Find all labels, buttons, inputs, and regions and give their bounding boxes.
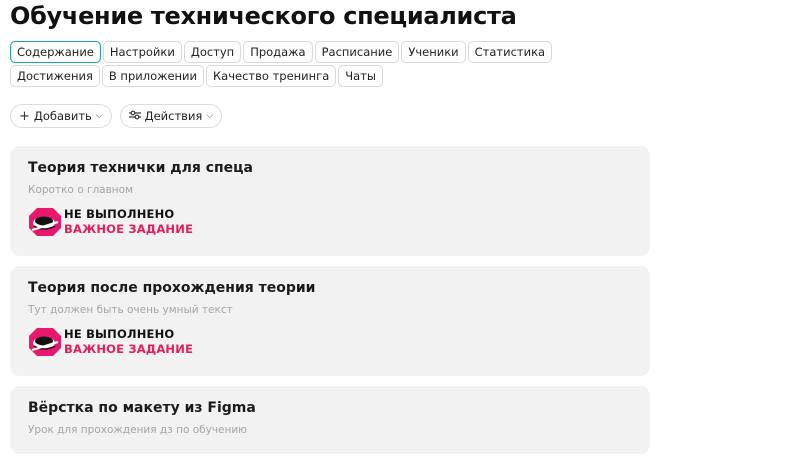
tab-achievements[interactable]: Достижения bbox=[10, 65, 100, 87]
tab-settings[interactable]: Настройки bbox=[102, 41, 182, 63]
warning-sticker-icon bbox=[29, 208, 61, 236]
important-label: ВАЖНОЕ ЗАДАНИЕ bbox=[64, 341, 194, 356]
sliders-icon bbox=[128, 110, 141, 123]
tab-students[interactable]: Ученики bbox=[401, 41, 466, 63]
tab-sales[interactable]: Продажа bbox=[243, 41, 313, 63]
tab-access[interactable]: Доступ bbox=[183, 41, 242, 63]
lesson-subtitle: Тут должен быть очень умный текст bbox=[28, 304, 233, 316]
lesson-card[interactable]: Вёрстка по макету из Figma Урок для прох… bbox=[10, 386, 650, 454]
lesson-card[interactable]: Теория технички для спеца Коротко о глав… bbox=[10, 146, 650, 256]
important-label: ВАЖНОЕ ЗАДАНИЕ bbox=[64, 221, 194, 236]
tab-bar: Содержание Настройки Доступ Продажа Расп… bbox=[10, 41, 630, 87]
chevron-down-icon: ⌵ bbox=[95, 111, 103, 121]
tab-training-quality[interactable]: Качество тренинга bbox=[206, 65, 337, 87]
tab-schedule[interactable]: Расписание bbox=[314, 41, 400, 63]
tab-chats[interactable]: Чаты bbox=[338, 65, 383, 87]
plus-icon: + bbox=[19, 108, 30, 124]
lesson-title: Теория технички для спеца bbox=[28, 160, 253, 176]
lesson-status-badge: НЕ ВЫПОЛНЕНО ВАЖНОЕ ЗАДАНИЕ bbox=[28, 326, 632, 358]
lesson-subtitle: Урок для прохождения дз по обучению bbox=[28, 424, 248, 436]
lesson-card[interactable]: Теория после прохождения теории Тут долж… bbox=[10, 266, 650, 376]
lesson-title: Теория после прохождения теории bbox=[28, 280, 316, 296]
add-button[interactable]: + Добавить ⌵ bbox=[10, 104, 112, 128]
actions-button[interactable]: Действия ⌵ bbox=[119, 104, 223, 128]
page-title: Обучение технического специалиста bbox=[10, 2, 517, 30]
tab-content[interactable]: Содержание bbox=[10, 41, 101, 63]
tab-statistics[interactable]: Статистика bbox=[467, 41, 553, 63]
status-label: НЕ ВЫПОЛНЕНО bbox=[64, 207, 175, 221]
tab-in-app[interactable]: В приложении bbox=[101, 65, 205, 87]
status-label: НЕ ВЫПОЛНЕНО bbox=[64, 327, 175, 341]
warning-sticker-icon bbox=[29, 328, 61, 356]
add-button-label: Добавить bbox=[33, 109, 92, 123]
lesson-status-badge: НЕ ВЫПОЛНЕНО ВАЖНОЕ ЗАДАНИЕ bbox=[28, 206, 632, 238]
lesson-title: Вёрстка по макету из Figma bbox=[28, 400, 256, 416]
toolbar: + Добавить ⌵ Действия ⌵ bbox=[10, 104, 223, 128]
chevron-down-icon: ⌵ bbox=[206, 111, 214, 121]
lesson-subtitle: Коротко о главном bbox=[28, 184, 134, 196]
actions-button-label: Действия bbox=[144, 109, 203, 123]
